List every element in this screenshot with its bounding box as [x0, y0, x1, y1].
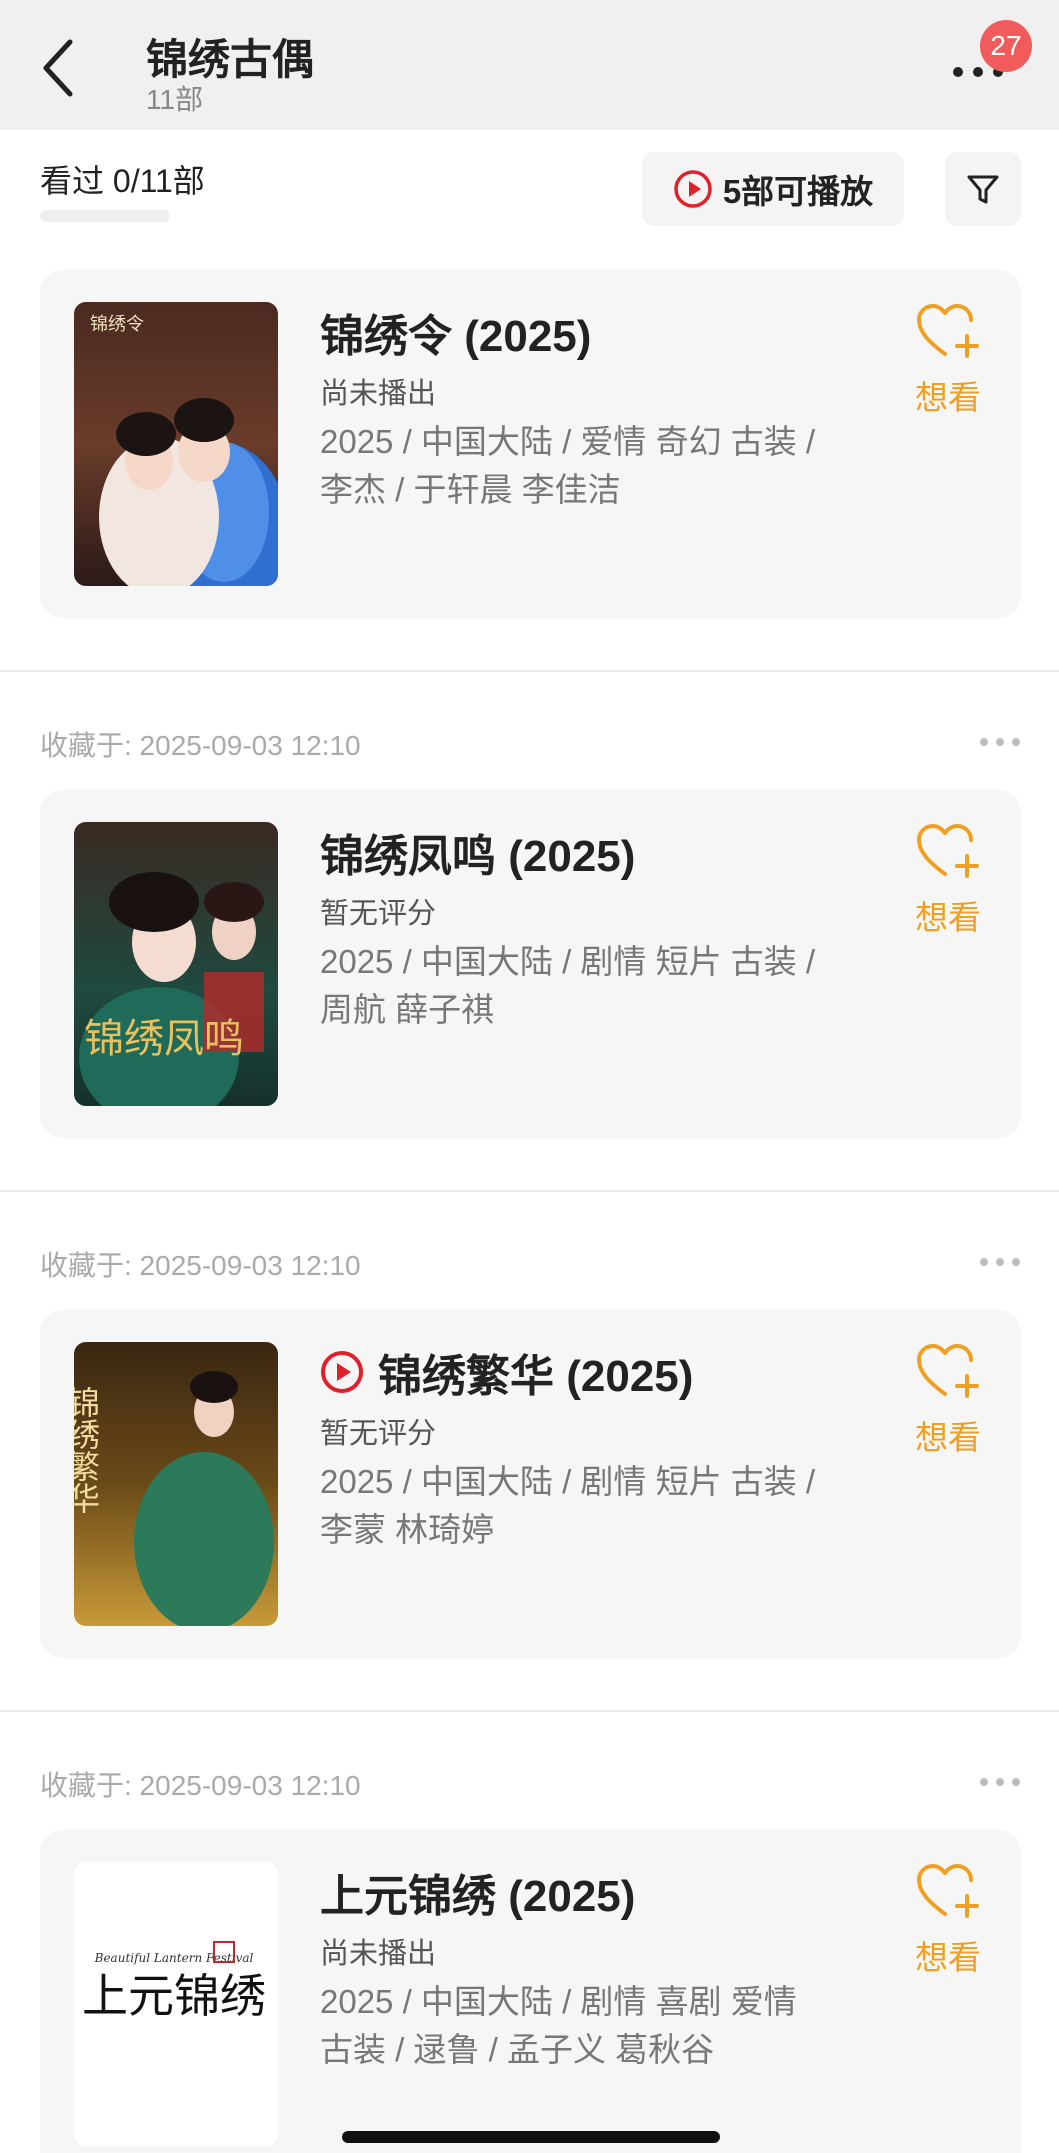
want-to-watch-label: 想看 — [915, 1419, 981, 1456]
back-button[interactable] — [30, 32, 90, 104]
section-divider — [0, 1710, 1059, 1712]
item-more-button[interactable] — [978, 1772, 1022, 1792]
top-navigation-bar: 锦绣古偶 11部 27 — [0, 0, 1059, 130]
heart-plus-icon — [917, 304, 979, 358]
more-dots-icon — [980, 738, 1020, 746]
notification-badge: 27 — [980, 20, 1032, 72]
play-circle-icon — [321, 1351, 363, 1393]
poster-title: 锦绣令 — [90, 314, 144, 335]
poster-title: 上元锦绣 — [82, 1969, 266, 2023]
drama-title[interactable]: 锦绣令 (2025) — [320, 300, 591, 364]
drama-rating-status: 暂无评分 — [320, 1418, 437, 1450]
want-to-watch-button[interactable]: 想看 — [900, 1862, 996, 1979]
watched-count: 看过 0/11部 — [40, 163, 205, 199]
drama-meta: 2025 / 中国大陆 / 剧情 短片 古装 / 李蒙 林琦婷 — [320, 1463, 816, 1548]
chevron-left-icon — [43, 39, 73, 97]
drama-poster[interactable]: 锦绣繁华 — [74, 1342, 278, 1626]
drama-meta: 2025 / 中国大陆 / 剧情 喜剧 爱情 古装 / 逯鲁 / 孟子义 葛秋谷 — [320, 1983, 797, 2068]
page-subtitle: 11部 — [146, 84, 204, 115]
drama-title-text: 锦绣令 (2025) — [320, 312, 592, 361]
poster-title: 锦绣繁华 — [74, 1386, 101, 1514]
want-to-watch-button[interactable]: 想看 — [900, 822, 996, 939]
drama-title[interactable]: 上元锦绣 (2025) — [320, 1860, 635, 1924]
want-to-watch-label: 想看 — [915, 379, 981, 416]
heart-plus-icon — [917, 1864, 979, 1918]
filter-button[interactable] — [945, 152, 1021, 226]
section-divider — [0, 1190, 1059, 1192]
heart-plus-icon — [917, 824, 979, 878]
heart-plus-icon — [917, 1344, 979, 1398]
more-dots-icon — [980, 1778, 1020, 1786]
playable-filter-label: 5部可播放 — [722, 173, 874, 210]
drama-title-text: 锦绣凤鸣 (2025) — [320, 832, 636, 881]
poster-title: 锦绣凤鸣 — [84, 1016, 244, 1062]
saved-timestamp: 收藏于: 2025-09-03 12:10 — [40, 1250, 361, 1281]
watched-progress-bar — [40, 210, 170, 222]
drama-rating-status: 暂无评分 — [320, 898, 437, 930]
drama-card[interactable]: 锦绣凤鸣 锦绣凤鸣 (2025) 暂无评分 2025 / 中国大陆 / 剧情 短… — [40, 790, 1021, 1138]
drama-poster[interactable]: 上元锦绣 Beautiful Lantern Festival — [74, 1862, 278, 2146]
drama-card[interactable]: 锦绣令 锦绣令 (2025) 尚未播出 2025 / 中国大陆 / 爱情 奇幻 … — [40, 270, 1021, 618]
drama-card[interactable]: 上元锦绣 Beautiful Lantern Festival 上元锦绣 (20… — [40, 1830, 1021, 2153]
drama-title[interactable]: 锦绣凤鸣 (2025) — [320, 820, 635, 884]
drama-poster[interactable]: 锦绣凤鸣 — [74, 822, 278, 1106]
drama-card[interactable]: 锦绣繁华 锦绣繁华 (2025) 暂无评分 2025 / 中国大陆 / 剧情 短… — [40, 1310, 1021, 1658]
drama-poster[interactable]: 锦绣令 — [74, 302, 278, 586]
item-more-button[interactable] — [978, 732, 1022, 752]
drama-title-text: 锦绣繁华 (2025) — [378, 1352, 694, 1401]
drama-meta: 2025 / 中国大陆 / 爱情 奇幻 古装 / 李杰 / 于轩晨 李佳洁 — [320, 423, 816, 508]
play-circle-icon — [674, 170, 712, 208]
playable-filter-button[interactable]: 5部可播放 — [642, 152, 904, 226]
want-to-watch-button[interactable]: 想看 — [900, 1342, 996, 1459]
drama-title[interactable]: 锦绣繁华 (2025) — [320, 1340, 693, 1404]
section-divider — [0, 670, 1059, 672]
poster-image: 锦绣繁华 — [74, 1342, 278, 1626]
item-more-button[interactable] — [978, 1252, 1022, 1272]
poster-image: 上元锦绣 Beautiful Lantern Festival — [74, 1862, 278, 2146]
drama-rating-status: 尚未播出 — [320, 1938, 437, 1970]
want-to-watch-label: 想看 — [915, 899, 981, 936]
filter-funnel-icon — [967, 175, 999, 204]
drama-meta: 2025 / 中国大陆 / 剧情 短片 古装 / 周航 薛子祺 — [320, 943, 816, 1028]
want-to-watch-label: 想看 — [915, 1939, 981, 1976]
more-dots-icon — [980, 1258, 1020, 1266]
drama-title-text: 上元锦绣 (2025) — [320, 1872, 636, 1921]
poster-image: 锦绣凤鸣 — [74, 822, 278, 1106]
poster-image: 锦绣令 — [74, 302, 278, 586]
home-indicator — [342, 2131, 720, 2143]
want-to-watch-button[interactable]: 想看 — [900, 302, 996, 419]
drama-rating-status: 尚未播出 — [320, 378, 437, 410]
saved-timestamp: 收藏于: 2025-09-03 12:10 — [40, 1770, 361, 1801]
saved-timestamp: 收藏于: 2025-09-03 12:10 — [40, 730, 361, 761]
